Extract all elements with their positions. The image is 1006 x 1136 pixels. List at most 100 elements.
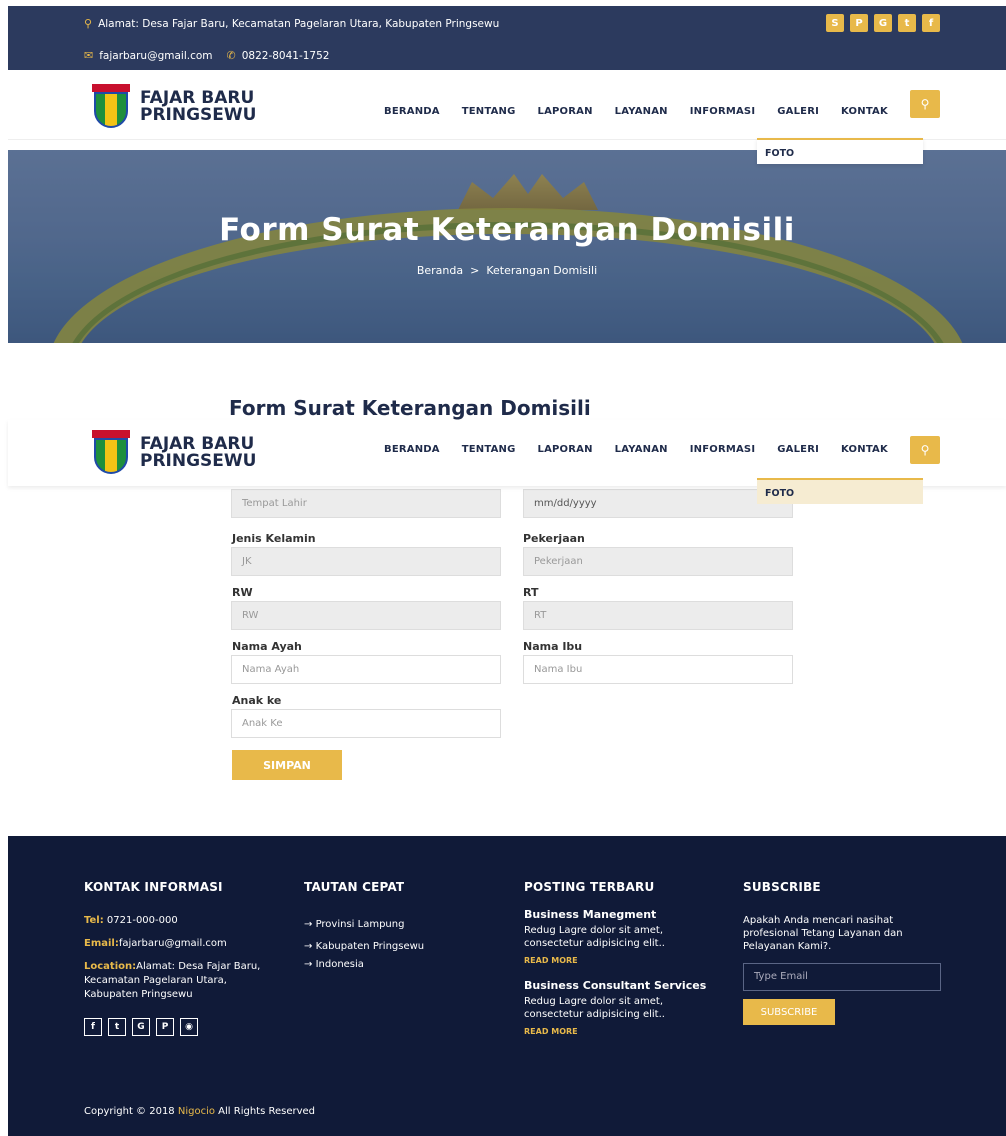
footer-subscribe: SUBSCRIBE Apakah Anda mencari nasihat pr… <box>743 880 943 1025</box>
nav-layanan[interactable]: LAYANAN <box>615 106 668 117</box>
tanggal-lahir-input[interactable]: mm/dd/yyyy <box>523 489 793 518</box>
pinterest-icon[interactable]: P <box>850 14 868 32</box>
phone-text[interactable]: 0822-8041-1752 <box>242 50 330 62</box>
post-excerpt: Redug Lagre dolor sit amet, consectetur … <box>524 925 665 949</box>
map-pin-icon: ⚲ <box>84 17 93 30</box>
jk-input[interactable]: JK <box>231 547 501 576</box>
contact-row: ✉ fajarbaru@gmail.com ✆ 0822-8041-1752 <box>84 49 329 62</box>
sticky-nav-beranda[interactable]: BERANDA <box>384 444 440 455</box>
read-more-link[interactable]: READ MORE <box>524 1027 724 1036</box>
galeri-dropdown: FOTO <box>757 138 923 164</box>
anak-label: Anak ke <box>232 694 282 707</box>
sticky-nav-layanan[interactable]: LAYANAN <box>615 444 668 455</box>
google-icon[interactable]: G <box>132 1018 150 1036</box>
sticky-dropdown-item-foto[interactable]: FOTO <box>765 488 794 499</box>
sticky-nav-laporan[interactable]: LAPORAN <box>538 444 593 455</box>
post-title[interactable]: Business Consultant Services <box>524 979 724 992</box>
skype-icon[interactable]: S <box>826 14 844 32</box>
footer-kontak-title: KONTAK INFORMASI <box>84 880 223 894</box>
post-excerpt: Redug Lagre dolor sit amet, consectetur … <box>524 996 665 1020</box>
address-text: Alamat: Desa Fajar Baru, Kecamatan Pagel… <box>98 17 500 30</box>
dropdown-item-foto[interactable]: FOTO <box>765 148 794 159</box>
nav-galeri[interactable]: GALERI <box>777 106 819 117</box>
email-link[interactable]: fajarbaru@gmail.com <box>99 50 212 62</box>
ayah-label: Nama Ayah <box>232 640 302 653</box>
footer-link-kabupaten[interactable]: → Kabupaten Pringsewu <box>304 936 484 958</box>
anak-ke-input[interactable]: Anak Ke <box>231 709 501 738</box>
tempat-lahir-input[interactable]: Tempat Lahir <box>231 489 501 518</box>
hero-title: Form Surat Keterangan Domisili <box>219 212 795 248</box>
main-nav: BERANDA TENTANG LAPORAN LAYANAN INFORMAS… <box>384 106 888 117</box>
sticky-nav-galeri[interactable]: GALERI <box>777 444 819 455</box>
read-more-link[interactable]: READ MORE <box>524 956 724 965</box>
ibu-label: Nama Ibu <box>523 640 583 653</box>
rw-label: RW <box>232 586 253 599</box>
site-logo[interactable]: FAJAR BARU PRINGSEWU <box>92 84 256 130</box>
search-icon: ⚲ <box>920 443 930 457</box>
footer-posting-title: POSTING TERBARU <box>524 880 655 894</box>
footer-link-provinsi[interactable]: → Provinsi Lampung <box>304 914 484 936</box>
sticky-nav-kontak[interactable]: KONTAK <box>841 444 888 455</box>
pekerjaan-input[interactable]: Pekerjaan <box>523 547 793 576</box>
footer-tautan-title: TAUTAN CEPAT <box>304 880 405 894</box>
search-icon: ⚲ <box>920 97 930 111</box>
footer-subscribe-title: SUBSCRIBE <box>743 880 821 894</box>
logo-text: FAJAR BARU PRINGSEWU <box>140 88 257 125</box>
rt-input[interactable]: RT <box>523 601 793 630</box>
rw-input[interactable]: RW <box>231 601 501 630</box>
nav-tentang[interactable]: TENTANG <box>462 106 516 117</box>
envelope-icon: ✉ <box>84 49 94 62</box>
footer-posting: POSTING TERBARU Business Manegment Redug… <box>524 880 724 1036</box>
subscribe-text: Apakah Anda mencari nasihat profesional … <box>743 915 903 952</box>
breadcrumb-home[interactable]: Beranda <box>417 264 463 277</box>
main-header: FAJAR BARU PRINGSEWU BERANDA TENTANG LAP… <box>8 70 1006 140</box>
footer-location: Location:Alamat: Desa Fajar Baru, Kecama… <box>84 961 261 1000</box>
google-icon[interactable]: G <box>874 14 892 32</box>
top-bar: ⚲ Alamat: Desa Fajar Baru, Kecamatan Pag… <box>8 6 1006 70</box>
subscribe-button[interactable]: SUBSCRIBE <box>743 999 835 1025</box>
footer-email: Email:fajarbaru@gmail.com <box>84 938 227 949</box>
rt-label: RT <box>523 586 539 599</box>
footer-kontak: KONTAK INFORMASI Tel: 0721-000-000 Email… <box>84 880 274 1036</box>
sticky-galeri-dropdown: FOTO <box>757 478 923 504</box>
breadcrumb-current: Keterangan Domisili <box>486 264 598 277</box>
simpan-button[interactable]: SIMPAN <box>232 750 342 780</box>
brand-link[interactable]: Nigocio <box>178 1106 215 1117</box>
footer-social-links: f t G P ◉ <box>84 1018 274 1036</box>
breadcrumb: Beranda > Keterangan Domisili <box>8 264 1006 277</box>
phone-icon: ✆ <box>226 49 236 62</box>
social-links-top: S P G t f <box>826 14 940 32</box>
footer-tautan: TAUTAN CEPAT → Provinsi Lampung → Kabupa… <box>304 880 484 972</box>
sticky-header: FAJAR BARU PRINGSEWU BERANDA TENTANG LAP… <box>8 420 1006 486</box>
nav-informasi[interactable]: INFORMASI <box>690 106 756 117</box>
sticky-logo[interactable]: FAJAR BARU PRINGSEWU <box>92 430 256 476</box>
nav-kontak[interactable]: KONTAK <box>841 106 888 117</box>
jk-label: Jenis Kelamin <box>232 532 316 545</box>
nav-laporan[interactable]: LAPORAN <box>538 106 593 117</box>
sticky-logo-text: FAJAR BARU PRINGSEWU <box>140 434 257 471</box>
sticky-nav-tentang[interactable]: TENTANG <box>462 444 516 455</box>
pinterest-icon[interactable]: P <box>156 1018 174 1036</box>
nama-ayah-input[interactable]: Nama Ayah <box>231 655 501 684</box>
post-item: Business Manegment Redug Lagre dolor sit… <box>524 908 724 965</box>
logo-emblem <box>92 84 130 130</box>
twitter-icon[interactable]: t <box>108 1018 126 1036</box>
subscribe-email-input[interactable]: Type Email <box>743 963 941 991</box>
footer-link-indonesia[interactable]: → Indonesia <box>304 958 484 972</box>
post-title[interactable]: Business Manegment <box>524 908 724 921</box>
facebook-icon[interactable]: f <box>84 1018 102 1036</box>
sticky-nav: BERANDA TENTANG LAPORAN LAYANAN INFORMAS… <box>384 444 888 455</box>
footer: KONTAK INFORMASI Tel: 0721-000-000 Email… <box>8 836 1006 1136</box>
hero-banner: Form Surat Keterangan Domisili Beranda >… <box>8 150 1006 343</box>
nama-ibu-input[interactable]: Nama Ibu <box>523 655 793 684</box>
search-button[interactable]: ⚲ <box>910 90 940 118</box>
twitter-icon[interactable]: t <box>898 14 916 32</box>
facebook-icon[interactable]: f <box>922 14 940 32</box>
sticky-nav-informasi[interactable]: INFORMASI <box>690 444 756 455</box>
sticky-logo-emblem <box>92 430 130 476</box>
instagram-icon[interactable]: ◉ <box>180 1018 198 1036</box>
footer-tel: Tel: 0721-000-000 <box>84 915 178 926</box>
nav-beranda[interactable]: BERANDA <box>384 106 440 117</box>
post-item: Business Consultant Services Redug Lagre… <box>524 979 724 1036</box>
sticky-search-button[interactable]: ⚲ <box>910 436 940 464</box>
